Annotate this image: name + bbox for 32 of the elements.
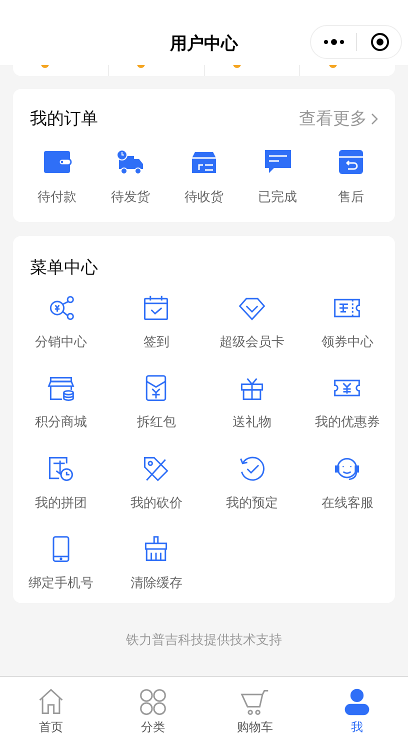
- order-status-button[interactable]: 待付款: [20, 146, 94, 206]
- menu-item[interactable]: 超级会员卡: [204, 292, 300, 351]
- menu-item[interactable]: 清除缓存: [108, 534, 204, 592]
- menu-item[interactable]: 签到: [108, 292, 204, 351]
- menu-item[interactable]: 积分商城: [13, 373, 108, 432]
- menu-item[interactable]: 在线客服: [300, 454, 395, 512]
- order-status-button[interactable]: 已完成: [240, 146, 314, 206]
- menu-item[interactable]: 拆红包: [108, 373, 204, 432]
- order-status-button[interactable]: 待收货: [167, 146, 241, 206]
- menu-item[interactable]: 领券中心: [300, 292, 395, 351]
- tab-item[interactable]: 分类: [102, 677, 204, 737]
- section-title: 菜单中心: [29, 257, 99, 279]
- menu-item[interactable]: 送礼物: [204, 373, 300, 432]
- cart-icon: [240, 687, 270, 717]
- menu-item[interactable]: 我的砍价: [108, 454, 204, 512]
- menu-item[interactable]: 我的优惠券: [300, 373, 395, 432]
- page-title: 用户中心: [170, 32, 238, 54]
- menu-item[interactable]: 我的拼团: [13, 454, 108, 512]
- tab-item[interactable]: 购物车: [204, 677, 306, 737]
- section-title: 我的订单: [30, 108, 98, 130]
- tab-item[interactable]: 首页: [0, 677, 102, 737]
- order-status-button[interactable]: 售后: [314, 146, 388, 206]
- person-icon: [342, 687, 372, 717]
- footer-text: 铁力普吉科技提供技术支持: [126, 630, 282, 648]
- menu-item[interactable]: 绑定手机号: [13, 534, 108, 592]
- tab-item[interactable]: 我: [306, 677, 408, 737]
- grid-icon: [138, 687, 168, 717]
- chevron-right-icon: [371, 112, 378, 125]
- order-status-button[interactable]: 待发货: [94, 146, 168, 206]
- more-icon[interactable]: [323, 38, 345, 46]
- menu-item[interactable]: 我的预定: [204, 454, 300, 512]
- menu-item[interactable]: 分销中心: [13, 292, 108, 351]
